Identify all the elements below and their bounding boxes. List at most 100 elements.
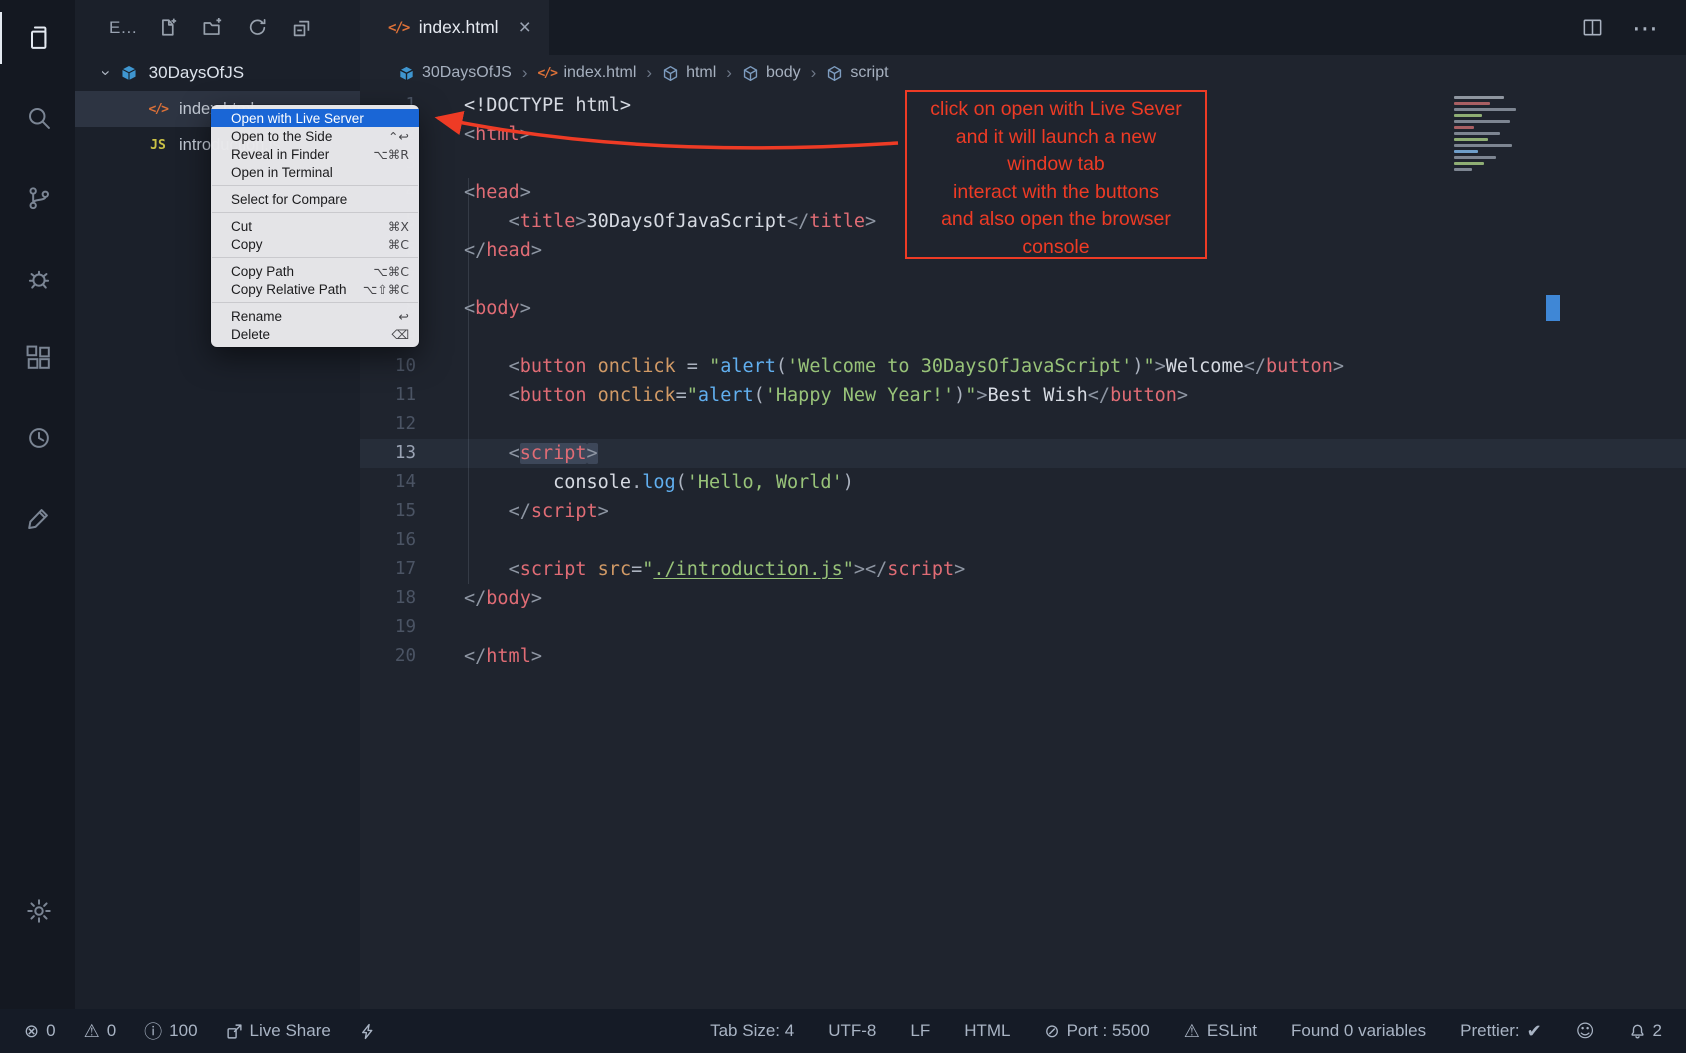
line-number: 18	[360, 584, 416, 613]
status-notifications[interactable]: 2	[1629, 1021, 1662, 1041]
eslint-icon: ⚠	[1184, 1021, 1200, 1042]
activity-bar	[0, 0, 75, 1009]
warnings-icon: ⚠	[84, 1021, 100, 1042]
status-bar: ⊗0 ⚠0 ⓘ100 Live Share Tab Size: 4 UTF-8 LF HTM…	[0, 1009, 1686, 1053]
breadcrumb-script[interactable]: script	[826, 64, 888, 82]
more-actions-icon[interactable]: ⋯	[1632, 15, 1658, 41]
code-line-16[interactable]: 16	[360, 526, 1686, 555]
code-line-13[interactable]: 13 <script>	[360, 439, 1686, 468]
line-number: 14	[360, 468, 416, 497]
code-line-20[interactable]: 20</html>	[360, 642, 1686, 671]
menu-item-copy[interactable]: Copy⌘C	[211, 235, 419, 253]
status-eol[interactable]: LF	[910, 1021, 930, 1041]
code-text: <!DOCTYPE html>	[464, 91, 631, 120]
status-quick-fix[interactable]	[359, 1023, 376, 1040]
explorer-title: E…	[109, 18, 137, 38]
folder-icon	[118, 64, 140, 82]
minimap[interactable]	[1454, 96, 1540, 171]
code-line-11[interactable]: 11 <button onclick="alert('Happy New Yea…	[360, 381, 1686, 410]
minimap-line	[1454, 126, 1474, 129]
folder-icon	[398, 65, 415, 82]
new-folder-icon[interactable]	[202, 17, 223, 38]
menu-separator	[212, 185, 418, 186]
tab-index-html[interactable]: </> index.html ×	[360, 0, 549, 55]
symbol-cube-icon	[826, 65, 843, 82]
status-language-mode[interactable]: HTML	[964, 1021, 1010, 1041]
menu-item-open-in-terminal[interactable]: Open in Terminal	[211, 163, 419, 181]
history-clock-icon[interactable]	[0, 412, 75, 464]
extensions-icon[interactable]	[0, 332, 75, 384]
menu-item-open-with-live-server[interactable]: Open with Live Server	[211, 109, 419, 127]
minimap-line	[1454, 156, 1496, 159]
html-file-icon: </>	[537, 66, 556, 81]
errors-icon: ⊗	[24, 1021, 39, 1042]
status-errors[interactable]: ⊗0	[24, 1021, 56, 1042]
close-icon[interactable]: ×	[519, 16, 531, 40]
line-number: 20	[360, 642, 416, 671]
html-file-icon: </>	[388, 20, 409, 36]
status-warnings[interactable]: ⚠0	[84, 1021, 117, 1042]
run-debug-icon[interactable]	[0, 252, 75, 304]
search-icon[interactable]	[0, 92, 75, 144]
code-text: <script>	[464, 439, 598, 468]
status-feedback[interactable]: ☺	[1576, 1021, 1595, 1042]
code-line-12[interactable]: 12	[360, 410, 1686, 439]
context-menu: Open with Live ServerOpen to the Side⌃↩R…	[211, 105, 419, 347]
code-line-17[interactable]: 17 <script src="./introduction.js"></scr…	[360, 555, 1686, 584]
minimap-line	[1454, 138, 1488, 141]
menu-item-copy-path[interactable]: Copy Path⌥⌘C	[211, 262, 419, 280]
collapse-folders-icon[interactable]	[292, 17, 313, 38]
refresh-icon[interactable]	[247, 17, 268, 38]
explorer-icon[interactable]	[0, 12, 75, 64]
status-prettier[interactable]: Prettier:✔	[1460, 1021, 1542, 1042]
status-variables[interactable]: Found 0 variables	[1291, 1021, 1426, 1041]
code-line-9[interactable]: 9	[360, 323, 1686, 352]
infos-icon: ⓘ	[144, 1018, 162, 1044]
status-right: Tab Size: 4 UTF-8 LF HTML ⊘Port : 5500 ⚠ESLin…	[710, 1021, 1662, 1042]
code-line-19[interactable]: 19	[360, 613, 1686, 642]
status-tab-size[interactable]: Tab Size: 4	[710, 1021, 794, 1041]
menu-item-delete[interactable]: Delete⌫	[211, 325, 419, 343]
html-file-icon: </>	[147, 102, 169, 117]
status-eslint[interactable]: ⚠ESLint	[1184, 1021, 1257, 1042]
menu-item-cut[interactable]: Cut⌘X	[211, 217, 419, 235]
code-runner-pen-icon[interactable]	[0, 492, 75, 544]
source-control-icon[interactable]	[0, 172, 75, 224]
minimap-line	[1454, 168, 1472, 171]
tree-item-root-folder[interactable]: › 30DaysOfJS	[75, 55, 360, 91]
split-editor-icon[interactable]	[1581, 16, 1604, 39]
minimap-line	[1454, 150, 1478, 153]
minimap-line	[1454, 144, 1512, 147]
status-live-share[interactable]: Live Share	[226, 1021, 331, 1041]
code-line-8[interactable]: 8<body>	[360, 294, 1686, 323]
code-line-18[interactable]: 18</body>	[360, 584, 1686, 613]
breadcrumb-separator: ›	[726, 63, 732, 83]
code-line-10[interactable]: 10 <button onclick = "alert('Welcome to …	[360, 352, 1686, 381]
minimap-line	[1454, 102, 1490, 105]
menu-item-copy-relative-path[interactable]: Copy Relative Path⌥⇧⌘C	[211, 280, 419, 298]
code-line-7[interactable]: 7	[360, 265, 1686, 294]
quick-fix-icon	[359, 1023, 376, 1040]
menu-item-open-to-the-side[interactable]: Open to the Side⌃↩	[211, 127, 419, 145]
settings-gear-icon[interactable]	[0, 885, 75, 937]
code-text: <title>30DaysOfJavaScript</title>	[464, 207, 876, 236]
js-file-icon: JS	[147, 138, 169, 153]
new-file-icon[interactable]	[157, 17, 178, 38]
breadcrumb-index-html[interactable]: </>index.html	[537, 64, 636, 82]
editor-actions: ⋯	[1581, 0, 1686, 55]
menu-item-rename[interactable]: Rename↩	[211, 307, 419, 325]
menu-separator	[212, 257, 418, 258]
explorer-actions	[157, 17, 313, 38]
status-live-server-port[interactable]: ⊘Port : 5500	[1045, 1021, 1150, 1042]
breadcrumb-body[interactable]: body	[742, 64, 801, 82]
menu-item-reveal-in-finder[interactable]: Reveal in Finder⌥⌘R	[211, 145, 419, 163]
breadcrumb-html[interactable]: html	[662, 64, 716, 82]
menu-item-select-for-compare[interactable]: Select for Compare	[211, 190, 419, 208]
status-encoding[interactable]: UTF-8	[828, 1021, 876, 1041]
code-line-15[interactable]: 15 </script>	[360, 497, 1686, 526]
code-line-14[interactable]: 14 console.log('Hello, World')	[360, 468, 1686, 497]
breadcrumb-30daysofjs[interactable]: 30DaysOfJS	[398, 64, 512, 82]
notifications-icon	[1629, 1023, 1646, 1040]
status-infos[interactable]: ⓘ100	[144, 1018, 197, 1044]
symbol-cube-icon	[742, 65, 759, 82]
